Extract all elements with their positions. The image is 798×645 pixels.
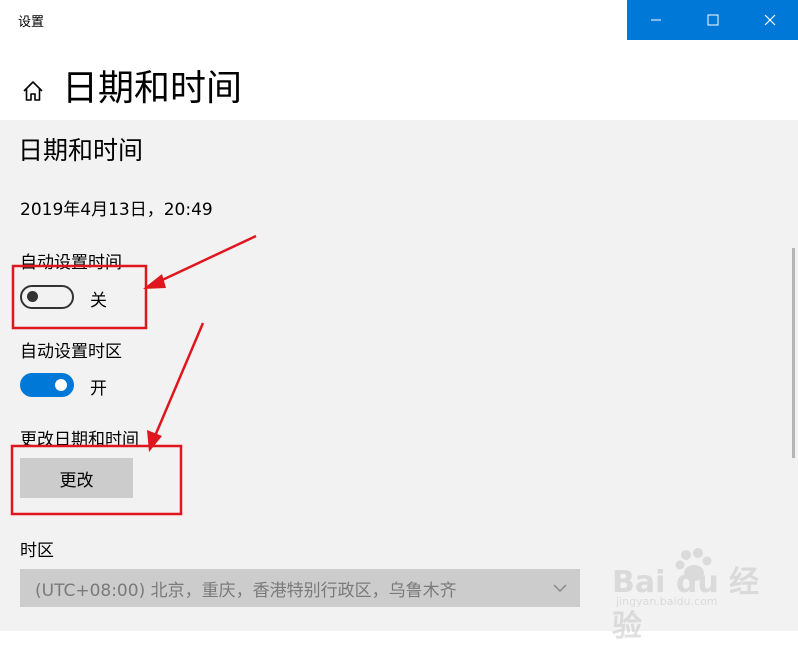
auto-timezone-state: 开 <box>90 379 107 399</box>
window-controls <box>627 0 798 40</box>
change-datetime-label: 更改日期和时间 <box>20 430 139 450</box>
toggle-knob <box>55 379 67 391</box>
close-icon <box>764 14 775 26</box>
change-button[interactable]: 更改 <box>20 458 133 498</box>
page-header: 日期和时间 <box>0 40 798 120</box>
auto-time-toggle[interactable] <box>20 285 74 309</box>
section-title: 日期和时间 <box>18 136 144 165</box>
title-bar: 设置 <box>0 0 798 40</box>
watermark: Bai du 经验 jingyan.baidu.com <box>612 545 782 644</box>
close-button[interactable] <box>741 0 798 40</box>
app-title: 设置 <box>18 15 45 30</box>
auto-time-state: 关 <box>90 291 107 311</box>
auto-time-label: 自动设置时间 <box>20 253 122 273</box>
page-title: 日期和时间 <box>62 68 243 109</box>
toggle-knob <box>27 291 38 302</box>
timezone-select[interactable]: (UTC+08:00) 北京，重庆，香港特别行政区，乌鲁木齐 <box>20 569 580 607</box>
auto-timezone-toggle[interactable] <box>20 373 74 397</box>
timezone-label: 时区 <box>20 541 54 561</box>
chevron-down-icon <box>553 584 567 593</box>
timezone-value: (UTC+08:00) 北京，重庆，香港特别行政区，乌鲁木齐 <box>35 580 457 601</box>
home-icon[interactable] <box>21 79 45 103</box>
minimize-icon <box>650 19 661 21</box>
watermark-url: jingyan.baidu.com <box>616 595 718 608</box>
auto-timezone-label: 自动设置时区 <box>20 342 122 362</box>
minimize-button[interactable] <box>627 0 684 40</box>
scrollbar[interactable] <box>792 248 795 458</box>
maximize-button[interactable] <box>684 0 741 40</box>
current-datetime: 2019年4月13日，20:49 <box>20 200 213 220</box>
maximize-icon <box>707 14 718 26</box>
